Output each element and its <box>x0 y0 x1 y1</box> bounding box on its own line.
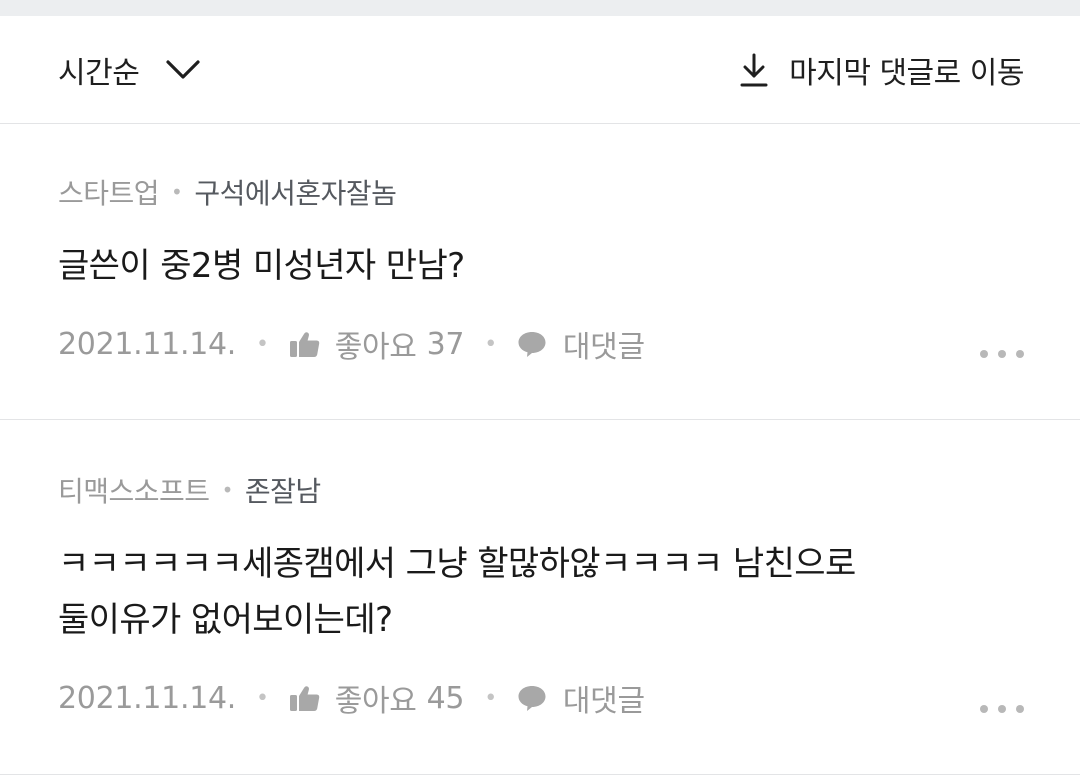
author-nickname[interactable]: 구석에서혼자잘놈 <box>194 172 397 212</box>
sort-order-label: 시간순 <box>58 55 140 91</box>
author-company[interactable]: 스타트업 <box>58 172 160 212</box>
dot <box>980 705 988 713</box>
separator-dot: • <box>484 685 497 711</box>
separator-dot: • <box>221 478 234 502</box>
comment-date: 2021.11.14. <box>58 326 237 362</box>
chevron-down-icon <box>166 59 200 79</box>
download-arrow-icon <box>740 53 768 86</box>
dot <box>998 705 1006 713</box>
reply-button[interactable]: 대댓글 <box>517 322 645 366</box>
reply-button[interactable]: 대댓글 <box>517 676 645 720</box>
comment-text: 글쓴이 중2병 미성년자 만남? <box>58 246 465 286</box>
like-button[interactable]: 좋아요 37 <box>289 322 464 366</box>
like-count: 37 <box>426 326 465 362</box>
sort-order-dropdown[interactable]: 시간순 <box>58 48 201 92</box>
comment-meta: 2021.11.14. • 좋아요 45 • 대댓글 <box>58 676 1024 720</box>
speech-bubble-icon <box>518 332 546 357</box>
more-options-icon[interactable] <box>980 347 1024 361</box>
like-button[interactable]: 좋아요 45 <box>289 676 464 720</box>
comment-date: 2021.11.14. <box>58 680 237 716</box>
separator-dot: • <box>256 331 269 357</box>
top-divider-strip <box>0 0 1080 16</box>
dot <box>998 350 1006 358</box>
dot <box>980 350 988 358</box>
comment-sort-bar: 시간순 마지막 댓글로 이동 <box>0 16 1080 124</box>
comment-item: 스타트업 • 구석에서혼자잘놈 글쓴이 중2병 미성년자 만남? 2021.11… <box>0 124 1080 420</box>
comment-text: ㅋㅋㅋㅋㅋㅋ세종캠에서 그냥 할많하않ㅋㅋㅋㅋ 남친으로 둘이유가 없어보이는데… <box>58 544 856 640</box>
jump-to-last-comment-label: 마지막 댓글로 이동 <box>789 55 1024 91</box>
more-options-icon[interactable] <box>980 702 1024 716</box>
comment-meta: 2021.11.14. • 좋아요 37 • 대댓글 <box>58 322 1024 366</box>
separator-dot: • <box>256 685 269 711</box>
like-count: 45 <box>426 680 465 716</box>
thumbs-up-icon <box>289 686 319 711</box>
dot <box>1016 705 1024 713</box>
reply-label: 대댓글 <box>562 684 645 719</box>
author-company[interactable]: 티맥스소프트 <box>58 470 210 510</box>
like-label: 좋아요 <box>334 684 417 719</box>
reply-label: 대댓글 <box>562 330 645 365</box>
dot <box>1016 350 1024 358</box>
speech-bubble-icon <box>518 686 546 711</box>
comment-author-line: 티맥스소프트 • 존잘남 <box>58 470 1024 510</box>
comment-item: 티맥스소프트 • 존잘남 ㅋㅋㅋㅋㅋㅋ세종캠에서 그냥 할많하않ㅋㅋㅋㅋ 남친으… <box>0 420 1080 775</box>
separator-dot: • <box>484 331 497 357</box>
jump-to-last-comment-button[interactable]: 마지막 댓글로 이동 <box>739 48 1024 92</box>
author-nickname[interactable]: 존잘남 <box>245 470 321 510</box>
like-label: 좋아요 <box>334 330 417 365</box>
separator-dot: • <box>171 180 183 204</box>
comment-author-line: 스타트업 • 구석에서혼자잘놈 <box>58 172 1024 212</box>
thumbs-up-icon <box>289 332 319 357</box>
